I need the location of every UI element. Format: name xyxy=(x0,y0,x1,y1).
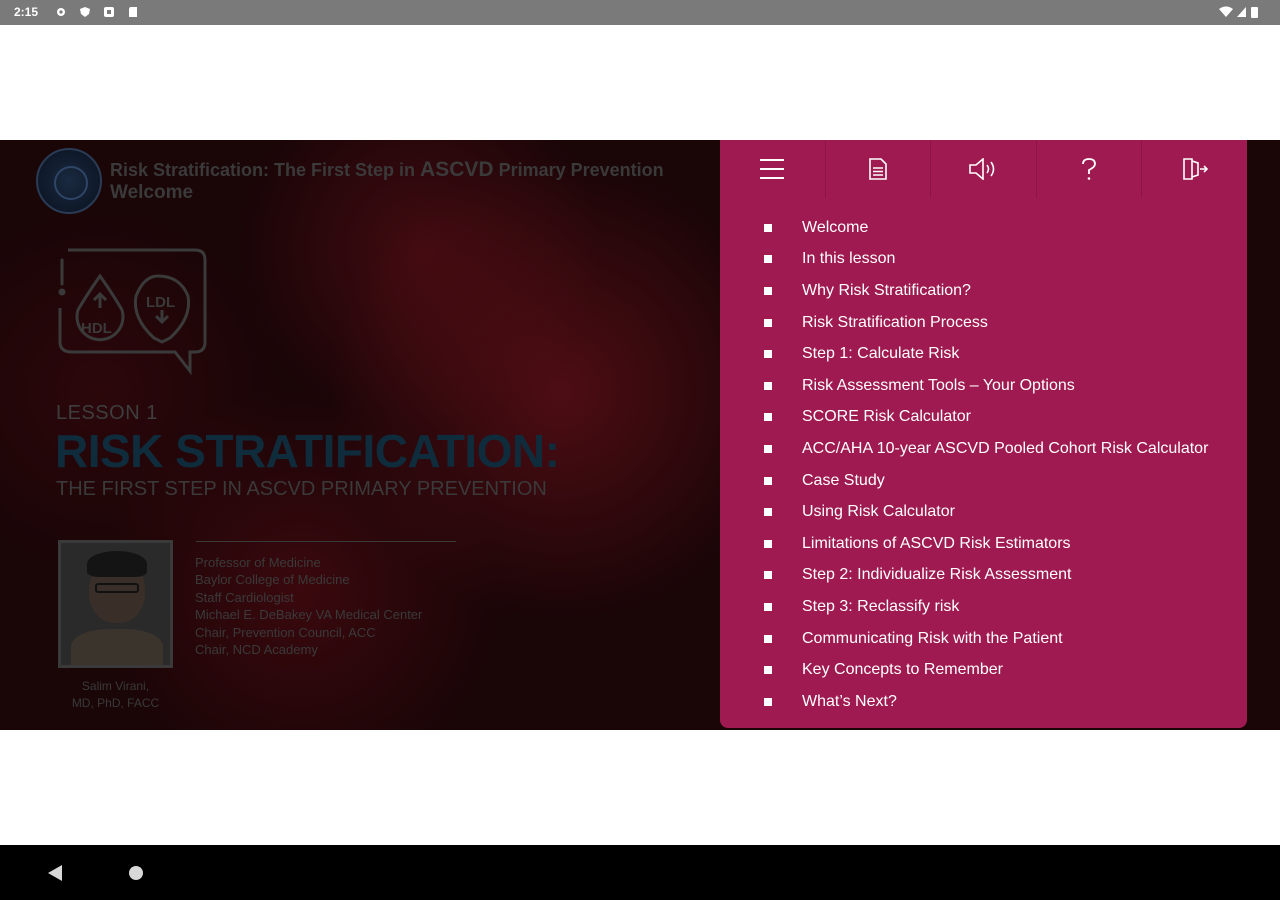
menu-item-why-risk-stratification[interactable]: Why Risk Stratification? xyxy=(720,275,1247,307)
sd-card-icon xyxy=(129,7,137,17)
shield-icon xyxy=(80,7,90,17)
menu-item-step-3[interactable]: Step 3: Reclassify risk xyxy=(720,591,1247,623)
help-icon xyxy=(1082,158,1096,180)
lipid-speech-bubble-icon: HDL LDL xyxy=(58,248,207,376)
menu-item-key-concepts[interactable]: Key Concepts to Remember xyxy=(720,654,1247,686)
back-icon[interactable] xyxy=(48,865,62,881)
presenter-photo xyxy=(58,540,173,668)
menu-item-whats-next[interactable]: What’s Next? xyxy=(720,686,1247,718)
home-icon[interactable] xyxy=(129,866,143,880)
credentials-divider xyxy=(196,541,456,542)
lesson-number: LESSON 1 xyxy=(56,402,158,424)
menu-item-score-calculator[interactable]: SCORE Risk Calculator xyxy=(720,402,1247,434)
notes-button[interactable] xyxy=(826,140,932,198)
cellular-signal-icon xyxy=(1237,7,1246,17)
audio-button[interactable] xyxy=(931,140,1037,198)
hdl-label: HDL xyxy=(81,320,112,337)
menu-item-communicating-risk[interactable]: Communicating Risk with the Patient xyxy=(720,623,1247,655)
menu-item-limitations[interactable]: Limitations of ASCVD Risk Estimators xyxy=(720,528,1247,560)
player-toolbar xyxy=(720,140,1247,198)
wifi-icon xyxy=(1219,6,1233,17)
menu-item-using-risk-calculator[interactable]: Using Risk Calculator xyxy=(720,496,1247,528)
menu-item-risk-stratification-process[interactable]: Risk Stratification Process xyxy=(720,307,1247,339)
help-button[interactable] xyxy=(1037,140,1143,198)
status-right-icons xyxy=(1219,6,1258,18)
exit-icon xyxy=(1182,158,1208,180)
notes-icon xyxy=(869,158,887,180)
lesson-subtitle: THE FIRST STEP IN ASCVD PRIMARY PREVENTI… xyxy=(56,478,547,500)
menu-item-welcome[interactable]: Welcome xyxy=(720,212,1247,244)
ldl-label: LDL xyxy=(146,294,175,311)
lesson-menu-list: Welcome In this lesson Why Risk Stratifi… xyxy=(720,212,1247,718)
lesson-title: RISK STRATIFICATION: xyxy=(55,425,560,477)
course-player: Risk Stratification: The First Step in A… xyxy=(0,140,1280,730)
course-logo xyxy=(36,148,102,214)
menu-item-case-study[interactable]: Case Study xyxy=(720,465,1247,497)
presenter-name: Salim Virani, MD, PhD, FACC xyxy=(71,679,160,710)
menu-item-step-2[interactable]: Step 2: Individualize Risk Assessment xyxy=(720,560,1247,592)
menu-item-step-1[interactable]: Step 1: Calculate Risk xyxy=(720,338,1247,370)
battery-icon xyxy=(1251,7,1258,18)
menu-item-in-this-lesson[interactable]: In this lesson xyxy=(720,244,1247,276)
course-title: Risk Stratification: The First Step in A… xyxy=(110,158,664,181)
settings-icon xyxy=(57,8,65,16)
status-bar: 2:15 xyxy=(0,0,1280,25)
menu-button[interactable] xyxy=(720,140,826,198)
menu-item-pooled-cohort-calculator[interactable]: ACC/AHA 10-year ASCVD Pooled Cohort Risk… xyxy=(720,433,1247,465)
presenter-credentials: Professor of Medicine Baylor College of … xyxy=(195,555,423,658)
navigation-bar xyxy=(0,845,1280,900)
status-time: 2:15 xyxy=(14,5,39,19)
exit-button[interactable] xyxy=(1142,140,1247,198)
lesson-menu-panel: Welcome In this lesson Why Risk Stratifi… xyxy=(720,140,1247,728)
menu-icon xyxy=(760,159,785,179)
audio-icon xyxy=(969,158,995,180)
menu-item-risk-assessment-tools[interactable]: Risk Assessment Tools – Your Options xyxy=(720,370,1247,402)
screenshot-icon xyxy=(104,7,114,17)
course-subtitle: Welcome xyxy=(110,182,194,203)
